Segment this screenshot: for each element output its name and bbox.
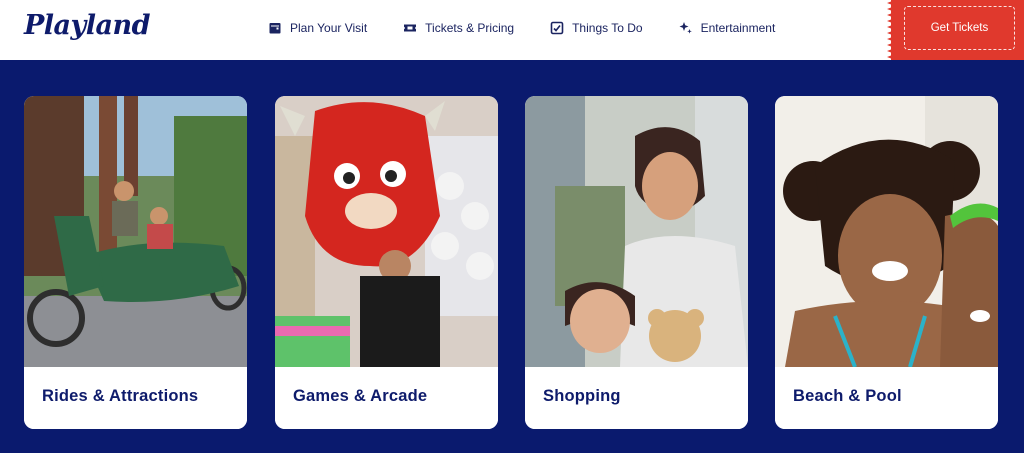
nav-item-plan-your-visit[interactable]: Plan Your Visit [268, 21, 367, 35]
zigzag-edge [887, 0, 895, 60]
card-title: Games & Arcade [293, 387, 428, 405]
card-title: Shopping [543, 387, 621, 405]
nav-item-label: Plan Your Visit [290, 21, 368, 35]
nav-item-label: Things To Do [572, 21, 643, 35]
card-games-arcade[interactable]: Games & Arcade [275, 96, 498, 429]
card-label-area: Shopping [525, 367, 748, 429]
rides-photo [24, 96, 247, 367]
card-title: Beach & Pool [793, 387, 902, 405]
nav-item-tickets-pricing[interactable]: Tickets & Pricing [403, 21, 514, 35]
sparkle-icon [679, 22, 692, 34]
nav-item-label: Tickets & Pricing [425, 21, 515, 35]
site-header: Playland Plan Your Visit Tickets & Prici… [0, 0, 1024, 60]
beach-photo [775, 96, 998, 367]
main-nav: Plan Your Visit Tickets & Pricing Things… [268, 0, 811, 56]
get-tickets-button[interactable]: Get Tickets [904, 6, 1015, 50]
nav-item-entertainment[interactable]: Entertainment [679, 21, 776, 35]
nav-item-things-to-do[interactable]: Things To Do [550, 21, 643, 35]
card-shopping[interactable]: Shopping [525, 96, 748, 429]
arcade-photo [275, 96, 498, 367]
card-label-area: Rides & Attractions [24, 367, 247, 429]
shopping-photo [525, 96, 748, 367]
ticket-icon [404, 24, 417, 32]
card-beach-pool[interactable]: Beach & Pool [775, 96, 998, 429]
playland-logo[interactable]: Playland [24, 10, 151, 41]
card-title: Rides & Attractions [42, 387, 199, 405]
get-tickets-container: Get Tickets [887, 0, 1024, 60]
nav-item-label: Entertainment [700, 21, 776, 35]
card-label-area: Games & Arcade [275, 367, 498, 429]
calendar-icon [269, 23, 281, 34]
card-label-area: Beach & Pool [775, 367, 998, 429]
checklist-icon [550, 21, 564, 35]
card-rides-attractions[interactable]: Rides & Attractions [24, 96, 247, 429]
